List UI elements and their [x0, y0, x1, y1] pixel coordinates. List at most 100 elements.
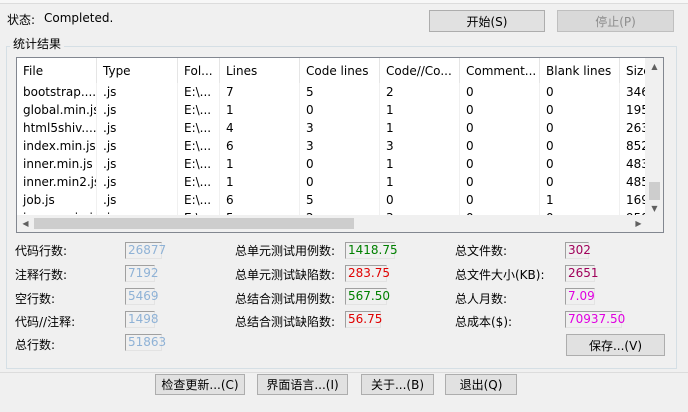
table-cell: 483 — [620, 155, 647, 173]
scroll-right-arrow-icon[interactable]: ▶ — [630, 219, 647, 229]
table-cell: E:\... — [178, 101, 220, 119]
total-integration-test-defects-value: 56.75 — [345, 311, 382, 328]
code-lines-value: 26877 — [125, 242, 166, 259]
column-header-7[interactable]: Blank lines — [540, 58, 620, 83]
total-unit-test-defects-value: 283.75 — [345, 265, 390, 282]
table-row[interactable]: html5shiv.... .js E:\... 4 3 1 0 0 263 — [17, 119, 647, 137]
about-button[interactable]: 关于...(B) — [361, 374, 434, 395]
table-cell: 1 — [380, 155, 460, 173]
table-cell: 5 — [300, 83, 380, 101]
scroll-down-arrow-icon[interactable]: ▼ — [646, 204, 663, 214]
ui-language-button[interactable]: 界面语言...(I) — [257, 374, 348, 395]
table-cell: job.js — [17, 191, 97, 209]
table-cell: 0 — [540, 155, 620, 173]
table-cell: 0 — [300, 173, 380, 191]
status-value: Completed. — [44, 11, 114, 25]
code-comment-value: 1498 — [125, 311, 159, 328]
total-cost-value: 70937.50 — [565, 311, 625, 328]
scroll-corner — [646, 215, 663, 232]
table-cell: .js — [97, 155, 178, 173]
save-button[interactable]: 保存...(V) — [566, 334, 665, 356]
table-cell: 0 — [380, 191, 460, 209]
exit-button[interactable]: 退出(Q) — [445, 374, 517, 395]
column-header-1[interactable]: Type — [97, 58, 178, 83]
total-man-months-value: 7.09 — [565, 288, 595, 305]
table-cell: 1 — [380, 173, 460, 191]
total-unit-test-cases-value: 1418.75 — [345, 242, 398, 259]
column-header-3[interactable]: Lines — [220, 58, 300, 83]
table-cell: E:\... — [178, 119, 220, 137]
vertical-scroll-thumb[interactable] — [649, 182, 660, 200]
comment-lines-label: 注释行数: — [15, 268, 68, 282]
table-row[interactable]: inner.min2.js .js E:\... 1 0 1 0 0 485 — [17, 173, 647, 191]
total-integration-test-cases-label: 总结合测试用例数: — [235, 292, 336, 306]
table-cell: 485 — [620, 173, 647, 191]
table-cell: 6 — [220, 137, 300, 155]
table-cell: E:\... — [178, 155, 220, 173]
table-row[interactable]: inner.min.js .js E:\... 1 0 1 0 0 483 — [17, 155, 647, 173]
table-cell: 3 — [300, 137, 380, 155]
table-cell: inner.min2.js — [17, 173, 97, 191]
table-cell: .js — [97, 137, 178, 155]
horizontal-scrollbar[interactable]: ◀ ▶ — [17, 215, 647, 232]
column-header-0[interactable]: File — [17, 58, 97, 83]
table-cell: .js — [97, 191, 178, 209]
total-files-label: 总文件数: — [455, 244, 508, 258]
table-cell: 0 — [460, 137, 540, 155]
table-cell: 0 — [460, 119, 540, 137]
table-cell: E:\... — [178, 137, 220, 155]
check-update-button[interactable]: 检查更新...(C) — [155, 374, 245, 395]
blank-lines-label: 空行数: — [15, 292, 56, 306]
table-cell: 169 — [620, 191, 647, 209]
table-cell: 263 — [620, 119, 647, 137]
code-lines-label: 代码行数: — [15, 244, 68, 258]
scroll-up-arrow-icon[interactable]: ▲ — [646, 62, 663, 72]
total-lines-value: 51863 — [125, 334, 166, 351]
table-cell: 0 — [460, 83, 540, 101]
table-cell: .js — [97, 119, 178, 137]
table-cell: 1 — [380, 101, 460, 119]
table-cell: 0 — [300, 101, 380, 119]
total-files-value: 302 — [565, 242, 591, 259]
table-cell: 0 — [460, 155, 540, 173]
table-cell: 0 — [540, 137, 620, 155]
table-cell: 0 — [300, 155, 380, 173]
table-cell: 5 — [300, 191, 380, 209]
listview-body: bootstrap.... .js E:\... 7 5 2 0 0 346 global.min… — [17, 83, 647, 216]
column-header-4[interactable]: Code lines — [300, 58, 380, 83]
total-unit-test-cases-label: 总单元测试用例数: — [235, 244, 336, 258]
vertical-scrollbar[interactable]: ▲ ▼ — [645, 58, 663, 216]
table-cell: 4 — [220, 119, 300, 137]
table-cell: index.min.js — [17, 137, 97, 155]
table-row[interactable]: bootstrap.... .js E:\... 7 5 2 0 0 346 — [17, 83, 647, 101]
table-cell: 6 — [220, 191, 300, 209]
table-row[interactable]: index.min.js .js E:\... 6 3 3 0 0 852 — [17, 137, 647, 155]
total-integration-test-defects-label: 总结合测试缺陷数: — [235, 315, 336, 329]
column-header-2[interactable]: Fol... — [178, 58, 220, 83]
table-cell: 2 — [380, 83, 460, 101]
column-header-5[interactable]: Code//Co... — [380, 58, 460, 83]
column-header-6[interactable]: Comment... — [460, 58, 540, 83]
table-row[interactable]: job.js .js E:\... 6 5 0 0 1 169 — [17, 191, 647, 209]
total-file-size-value: 2651 — [565, 265, 599, 282]
scroll-left-arrow-icon[interactable]: ◀ — [17, 219, 34, 229]
table-cell: html5shiv.... — [17, 119, 97, 137]
stop-button[interactable]: 停止(P) — [557, 10, 674, 32]
comment-lines-value: 7192 — [125, 265, 159, 282]
total-man-months-label: 总人月数: — [455, 292, 508, 306]
table-cell: 1 — [220, 155, 300, 173]
table-row[interactable]: global.min.js .js E:\... 1 0 1 0 0 195 — [17, 101, 647, 119]
table-cell: 0 — [540, 119, 620, 137]
table-cell: 195 — [620, 101, 647, 119]
window-top-edge — [0, 0, 688, 4]
total-integration-test-cases-value: 567.50 — [345, 288, 390, 305]
total-lines-label: 总行数: — [15, 338, 56, 352]
status-label: 状态: — [7, 13, 36, 27]
results-listview[interactable]: File Type Fol... Lines Code lines Code//Co...… — [16, 57, 664, 233]
start-button[interactable]: 开始(S) — [429, 10, 545, 32]
table-cell: 7 — [220, 83, 300, 101]
table-cell: global.min.js — [17, 101, 97, 119]
table-cell: .js — [97, 83, 178, 101]
table-cell: E:\... — [178, 83, 220, 101]
horizontal-scroll-thumb[interactable] — [34, 218, 354, 229]
